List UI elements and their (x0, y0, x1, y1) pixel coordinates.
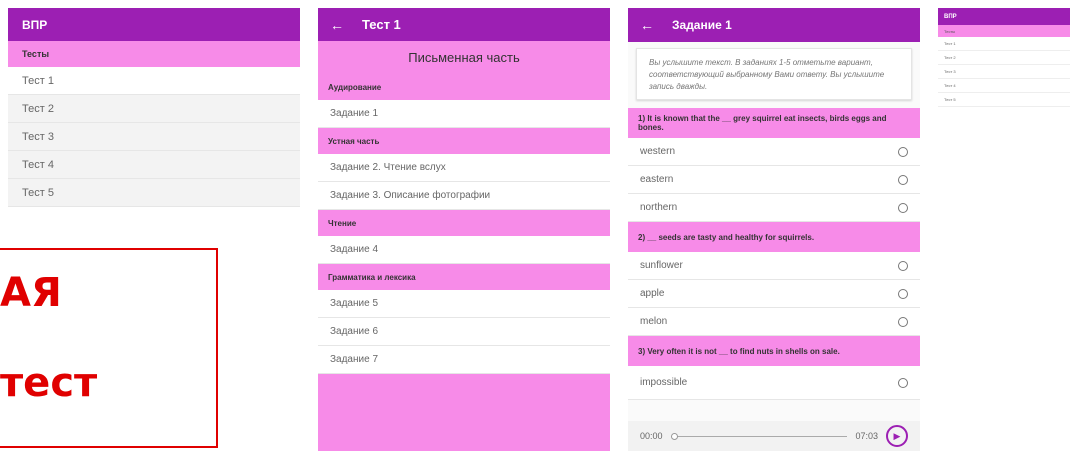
list-item[interactable]: Тест 3 (938, 65, 1070, 79)
radio-button[interactable] (898, 316, 908, 327)
list-item[interactable]: Тест 2 (8, 95, 300, 123)
answer-option[interactable]: northern (628, 194, 920, 222)
task-item[interactable]: Задание 5 (318, 290, 610, 318)
screen-title: Задание 1 (672, 18, 732, 32)
answer-option[interactable]: sunflower (628, 252, 920, 280)
seek-thumb[interactable] (670, 432, 678, 440)
task-screen: ← Задание 1 Вы услышите текст. В задания… (628, 8, 920, 451)
section-header: Грамматика и лексика (318, 264, 610, 290)
audio-player: 00:00 07:03 ▶ (628, 421, 920, 451)
list-item[interactable]: Тест 4 (8, 151, 300, 179)
answer-option[interactable]: western (628, 138, 920, 166)
option-label: sunflower (640, 260, 683, 271)
promo-box: АЯ тест (0, 248, 218, 448)
app-bar: ВПР (8, 8, 300, 41)
radio-button[interactable] (898, 377, 908, 388)
list-item[interactable]: Тест 2 (938, 51, 1070, 65)
app-title: ВПР (944, 13, 957, 20)
task-item[interactable]: Задание 3. Описание фотографии (318, 182, 610, 210)
instruction-card: Вы услышите текст. В заданиях 1-5 отметь… (636, 48, 912, 100)
option-label: northern (640, 202, 678, 213)
radio-button[interactable] (898, 260, 908, 271)
option-label: eastern (640, 174, 674, 185)
app-bar: ← Задание 1 (628, 8, 920, 42)
radio-button[interactable] (898, 202, 908, 213)
question-text: 1) It is known that the __ grey squirrel… (628, 108, 920, 138)
app-bar: ВПР (938, 8, 1070, 25)
list-item[interactable]: Тест 5 (8, 179, 300, 207)
promo-line-2: тест (0, 360, 98, 406)
back-arrow-icon[interactable]: ← (330, 17, 344, 33)
app-title: ВПР (22, 17, 48, 32)
option-label: western (640, 146, 676, 157)
list-item[interactable]: Тест 1 (8, 67, 300, 95)
option-label: impossible (640, 377, 688, 388)
option-label: melon (640, 316, 668, 327)
radio-button[interactable] (898, 146, 908, 157)
section-header: Тесты (938, 25, 1070, 37)
radio-button[interactable] (898, 288, 908, 299)
section-header: Устная часть (318, 128, 610, 154)
question-text: 2) __ seeds are tasty and healthy for sq… (628, 222, 920, 252)
list-item[interactable]: Тест 1 (938, 37, 1070, 51)
question-text: 3) Very often it is not __ to find nuts … (628, 336, 920, 366)
tests-list-screen-mini: ВПР Тесты Тест 1 Тест 2 Тест 3 Тест 4 Те… (938, 8, 1070, 120)
list-item[interactable]: Тест 4 (938, 79, 1070, 93)
play-icon[interactable]: ▶ (886, 425, 908, 447)
test-sections-screen: ← Тест 1 Письменная часть Аудирование За… (318, 8, 610, 451)
radio-button[interactable] (898, 174, 908, 185)
answer-option[interactable]: apple (628, 280, 920, 308)
task-item[interactable]: Задание 7 (318, 346, 610, 374)
answer-option[interactable]: impossible (628, 366, 920, 400)
answer-option[interactable]: eastern (628, 166, 920, 194)
answer-option[interactable]: melon (628, 308, 920, 336)
section-header: Тесты (8, 41, 300, 67)
section-header: Аудирование (318, 74, 610, 100)
app-bar: ← Тест 1 (318, 8, 610, 41)
current-time: 00:00 (640, 431, 663, 441)
task-item[interactable]: Задание 6 (318, 318, 610, 346)
list-item[interactable]: Тест 5 (938, 93, 1070, 107)
screen-title: Тест 1 (362, 17, 401, 32)
task-item[interactable]: Задание 1 (318, 100, 610, 128)
task-item[interactable]: Задание 4 (318, 236, 610, 264)
tests-list-screen: ВПР Тесты Тест 1 Тест 2 Тест 3 Тест 4 Те… (8, 8, 300, 208)
section-header: Чтение (318, 210, 610, 236)
page-heading: Письменная часть (318, 41, 610, 74)
back-arrow-icon[interactable]: ← (640, 17, 654, 33)
option-label: apple (640, 288, 665, 299)
duration-time: 07:03 (855, 431, 878, 441)
promo-line-1: АЯ (0, 270, 62, 316)
task-item[interactable]: Задание 2. Чтение вслух (318, 154, 610, 182)
seek-bar[interactable] (670, 432, 848, 440)
list-item[interactable]: Тест 3 (8, 123, 300, 151)
